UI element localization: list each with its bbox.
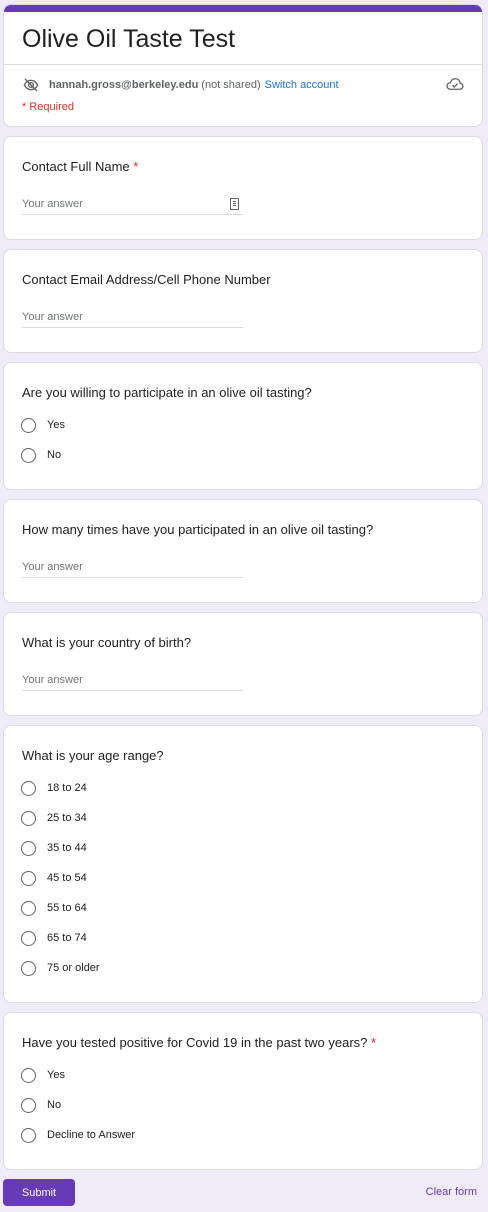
visibility-off-icon [23, 78, 39, 92]
radio-button[interactable] [21, 1127, 36, 1143]
times-participated-input[interactable]: Your answer [22, 557, 243, 578]
radio-button[interactable] [21, 417, 36, 433]
radio-option-yes[interactable]: Yes [21, 1066, 65, 1084]
required-asterisk: * [371, 1035, 377, 1050]
radio-button[interactable] [21, 1067, 36, 1083]
question-title: Contact Email Address/Cell Phone Number [22, 272, 271, 287]
account-row: hannah.gross@berkeley.edu (not shared) S… [22, 75, 464, 95]
question-title: Are you willing to participate in an oli… [22, 385, 312, 400]
radio-button[interactable] [21, 780, 36, 796]
radio-option-decline[interactable]: Decline to Answer [21, 1126, 135, 1144]
radio-button[interactable] [21, 810, 36, 826]
required-note: * Required [22, 101, 74, 113]
question-title: Contact Full Name * [22, 159, 139, 174]
country-input[interactable]: Your answer [22, 670, 243, 691]
question-title: How many times have you participated in … [22, 522, 374, 537]
question-card-full-name: Contact Full Name * Your answer [3, 136, 483, 240]
radio-button[interactable] [21, 1097, 36, 1113]
answer-placeholder: Your answer [22, 561, 83, 573]
question-card-willing: Are you willing to participate in an oli… [3, 362, 483, 490]
radio-option-35-44[interactable]: 35 to 44 [21, 839, 87, 857]
required-asterisk: * [133, 159, 139, 174]
form-title: Olive Oil Taste Test [22, 25, 236, 53]
question-title: What is your age range? [22, 748, 164, 763]
radio-option-25-34[interactable]: 25 to 34 [21, 809, 87, 827]
question-card-times-participated: How many times have you participated in … [3, 499, 483, 603]
full-name-input[interactable]: Your answer [22, 194, 243, 215]
radio-button[interactable] [21, 840, 36, 856]
question-title: What is your country of birth? [22, 635, 192, 650]
clear-form-link[interactable]: Clear form [426, 1186, 477, 1198]
answer-placeholder: Your answer [22, 311, 83, 323]
radio-button[interactable] [21, 870, 36, 886]
question-card-email-phone: Contact Email Address/Cell Phone Number … [3, 249, 483, 353]
radio-option-no[interactable]: No [21, 1096, 61, 1114]
cloud-done-icon [446, 78, 464, 90]
question-card-country: What is your country of birth? Your answ… [3, 612, 483, 716]
radio-option-yes[interactable]: Yes [21, 416, 65, 434]
email-phone-input[interactable]: Your answer [22, 307, 243, 328]
radio-option-18-24[interactable]: 18 to 24 [21, 779, 87, 797]
submit-button[interactable]: Submit [3, 1179, 75, 1206]
question-card-covid: Have you tested positive for Covid 19 in… [3, 1012, 483, 1170]
answer-placeholder: Your answer [22, 198, 83, 210]
radio-option-no[interactable]: No [21, 446, 61, 464]
radio-option-55-64[interactable]: 55 to 64 [21, 899, 87, 917]
contact-card-icon[interactable] [230, 198, 239, 210]
account-email: hannah.gross@berkeley.edu [49, 79, 199, 91]
radio-option-45-54[interactable]: 45 to 54 [21, 869, 87, 887]
account-not-shared-note: (not shared) [201, 79, 261, 91]
form-header-card: Olive Oil Taste Test hannah.gross@berkel… [3, 4, 483, 127]
answer-placeholder: Your answer [22, 674, 83, 686]
radio-button[interactable] [21, 960, 36, 976]
switch-account-link[interactable]: Switch account [265, 79, 339, 91]
radio-button[interactable] [21, 447, 36, 463]
radio-button[interactable] [21, 900, 36, 916]
question-card-age-range: What is your age range? 18 to 24 25 to 3… [3, 725, 483, 1003]
radio-option-75-older[interactable]: 75 or older [21, 959, 100, 977]
radio-button[interactable] [21, 930, 36, 946]
header-divider [4, 64, 482, 65]
radio-option-65-74[interactable]: 65 to 74 [21, 929, 87, 947]
question-title: Have you tested positive for Covid 19 in… [22, 1035, 377, 1050]
header-accent-stripe [4, 5, 482, 12]
